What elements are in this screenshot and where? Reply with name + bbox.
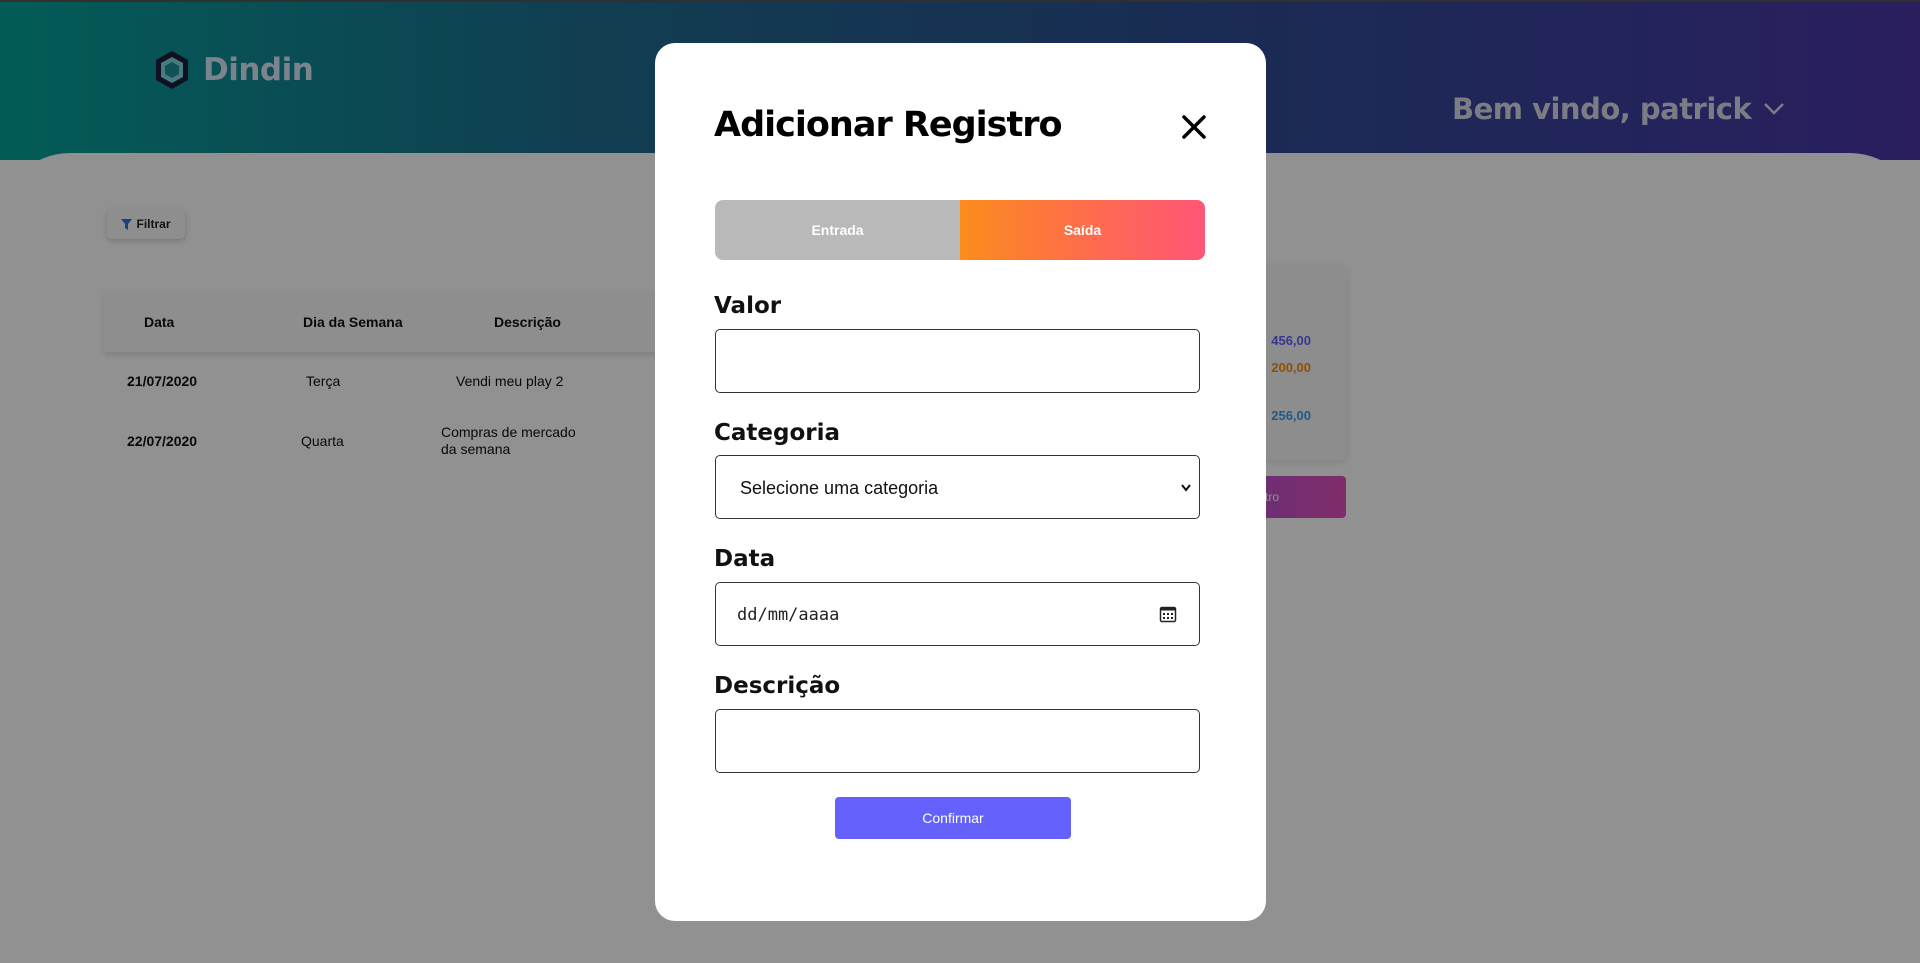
categoria-selected-value: Selecione uma categoria	[740, 478, 939, 498]
close-icon[interactable]	[1181, 114, 1207, 140]
valor-label: Valor	[714, 293, 782, 319]
type-toggle: Entrada Saída	[715, 200, 1205, 260]
data-label: Data	[714, 546, 776, 572]
calendar-icon[interactable]	[1159, 605, 1177, 623]
categoria-select[interactable]: Selecione uma categoria	[715, 455, 1200, 519]
toggle-saida[interactable]: Saída	[960, 200, 1205, 260]
add-record-modal: Adicionar Registro Entrada Saída Valor C…	[655, 43, 1266, 921]
confirm-button[interactable]: Confirmar	[835, 797, 1071, 839]
descricao-input[interactable]	[715, 709, 1200, 773]
data-placeholder: dd/mm/aaaa	[737, 605, 840, 625]
modal-title: Adicionar Registro	[714, 105, 1063, 145]
categoria-label: Categoria	[714, 420, 841, 446]
toggle-entrada[interactable]: Entrada	[715, 200, 960, 260]
chevron-down-icon	[1181, 484, 1191, 492]
descricao-label: Descrição	[714, 673, 841, 699]
data-input[interactable]: dd/mm/aaaa	[715, 582, 1200, 646]
valor-input[interactable]	[715, 329, 1200, 393]
